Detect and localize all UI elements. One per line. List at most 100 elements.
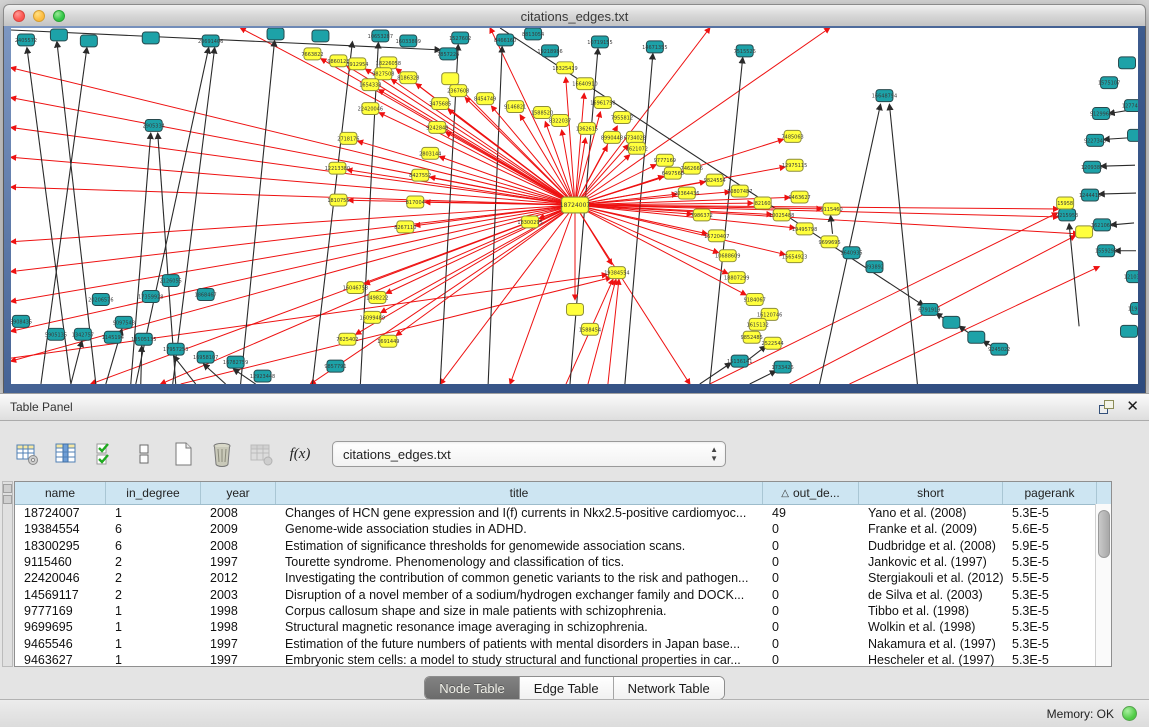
selection-mode-icon[interactable] bbox=[92, 441, 118, 467]
node-2905334[interactable]: 2905334 bbox=[143, 119, 165, 131]
selected-node-15654923[interactable]: 15654923 bbox=[782, 251, 807, 263]
tab-network-table[interactable]: Network Table bbox=[614, 677, 724, 699]
selected-node-9852485[interactable]: 9852485 bbox=[741, 331, 763, 343]
selected-node-8322037[interactable]: 8322037 bbox=[549, 115, 571, 127]
window-titlebar[interactable]: citations_edges.txt bbox=[3, 4, 1146, 28]
selected-node-1615132[interactable]: 1615132 bbox=[747, 318, 769, 330]
selected-node-8186328[interactable]: 8186328 bbox=[397, 72, 419, 84]
table-selector-dropdown[interactable]: citations_edges.txt ▲▼ bbox=[332, 441, 726, 467]
node-1527602[interactable]: 1527602 bbox=[449, 32, 471, 44]
table-options-icon[interactable] bbox=[14, 441, 40, 467]
node-1342757[interactable]: 1342757 bbox=[72, 328, 94, 340]
node[interactable] bbox=[943, 316, 960, 328]
node-1621064[interactable]: 1621064 bbox=[1091, 219, 1113, 231]
selected-node-7986372[interactable]: 7986372 bbox=[691, 209, 713, 221]
citation-network-graph[interactable]: 2405572206914061065328716033809152760284… bbox=[11, 28, 1138, 384]
node-16033809[interactable]: 16033809 bbox=[396, 35, 421, 47]
float-panel-icon[interactable] bbox=[1099, 400, 1114, 414]
column-header-year[interactable]: year bbox=[201, 482, 276, 504]
node-1559293[interactable]: 1559293 bbox=[1095, 245, 1117, 257]
selected-node[interactable] bbox=[1076, 226, 1093, 238]
node-8813054[interactable]: 8813054 bbox=[522, 28, 544, 40]
tab-edge-table[interactable]: Edge Table bbox=[520, 677, 614, 699]
node-6791919[interactable]: 6791919 bbox=[918, 303, 940, 315]
selected-node-19384554[interactable]: 19384554 bbox=[604, 267, 629, 279]
table-scrollbar[interactable] bbox=[1095, 504, 1111, 666]
selected-node-2718176[interactable]: 2718176 bbox=[337, 132, 359, 144]
selected-node-1498222[interactable]: 1498222 bbox=[366, 292, 388, 304]
node-17957253[interactable]: 17957253 bbox=[163, 343, 188, 355]
node-8466160[interactable]: 8466160 bbox=[494, 34, 516, 46]
selected-node-9184067[interactable]: 9184067 bbox=[744, 294, 766, 306]
table-row[interactable]: 2242004622012Investigating the contribut… bbox=[15, 570, 1111, 586]
column-header-name[interactable]: name bbox=[15, 482, 106, 504]
node-9129966[interactable]: 9129966 bbox=[1090, 108, 1112, 120]
selected-node-18807299[interactable]: 18807299 bbox=[724, 272, 749, 284]
node-8908435[interactable]: 8908435 bbox=[11, 315, 32, 327]
node-7515526[interactable]: 7515526 bbox=[734, 45, 756, 57]
row-height-icon[interactable] bbox=[131, 441, 157, 467]
node-2126055[interactable]: 2126055 bbox=[160, 275, 182, 287]
node-1277403[interactable]: 1277403 bbox=[1122, 100, 1138, 112]
selected-node-2367608[interactable]: 2367608 bbox=[447, 85, 469, 97]
node[interactable] bbox=[1119, 57, 1136, 69]
selected-node-9824554[interactable]: 9824554 bbox=[704, 174, 726, 186]
selected-node-1362615[interactable]: 1362615 bbox=[576, 122, 598, 134]
selected-node-15958[interactable]: 15958 bbox=[1057, 197, 1074, 209]
selected-node-1621072[interactable]: 1621072 bbox=[626, 142, 648, 154]
node-12923448[interactable]: 12923448 bbox=[250, 370, 275, 382]
node[interactable] bbox=[1121, 325, 1138, 337]
node-16782759[interactable]: 16782759 bbox=[223, 356, 248, 368]
selected-node-9777169[interactable]: 9777169 bbox=[654, 154, 676, 166]
selected-node-18724007[interactable]: 18724007 bbox=[560, 197, 591, 213]
selected-node-10688609[interactable]: 10688609 bbox=[715, 250, 740, 262]
node-1575107[interactable]: 1575107 bbox=[1098, 77, 1120, 89]
node-2405572[interactable]: 2405572 bbox=[15, 34, 37, 46]
table-row[interactable]: 1456911722003Disruption of a novel membe… bbox=[15, 586, 1111, 602]
selected-node-1810755[interactable]: 1810755 bbox=[327, 194, 349, 206]
table-row[interactable]: 977716911998Corpus callosum shape and si… bbox=[15, 603, 1111, 619]
selected-node-3912954[interactable]: 3912954 bbox=[346, 58, 368, 70]
column-header-pagerank[interactable]: pagerank bbox=[1003, 482, 1097, 504]
node[interactable] bbox=[968, 331, 985, 343]
node-1640935[interactable]: 1640935 bbox=[840, 247, 862, 259]
node-1733426[interactable]: 1733426 bbox=[772, 361, 794, 373]
node-9097548[interactable]: 9097548 bbox=[113, 316, 135, 328]
selected-node-7485063[interactable]: 7485063 bbox=[782, 130, 804, 142]
selected-node-10807487[interactable]: 10807487 bbox=[727, 185, 752, 197]
selected-node-9699695[interactable]: 9699695 bbox=[818, 236, 840, 248]
selected-node-6497568[interactable]: 6497568 bbox=[662, 167, 684, 179]
node-9227343[interactable]: 9227343 bbox=[1084, 134, 1106, 146]
node-20206576[interactable]: 20206576 bbox=[88, 294, 113, 306]
node[interactable] bbox=[80, 35, 97, 47]
delete-icon[interactable] bbox=[209, 441, 235, 467]
selected-node-6734028[interactable]: 6734028 bbox=[624, 131, 646, 143]
selected-node-16640910[interactable]: 16640910 bbox=[572, 78, 597, 90]
node-1244419[interactable]: 1244419 bbox=[1079, 189, 1101, 201]
node-17359928[interactable]: 17359928 bbox=[138, 291, 163, 303]
selected-node-7663822[interactable]: 7663822 bbox=[301, 48, 323, 60]
node[interactable] bbox=[50, 29, 67, 41]
selected-node-9463627[interactable]: 9463627 bbox=[789, 191, 811, 203]
node-16648794[interactable]: 16648794 bbox=[872, 90, 897, 102]
selected-node-20364436[interactable]: 20364436 bbox=[674, 187, 699, 199]
node-1868467[interactable]: 1868467 bbox=[195, 289, 217, 301]
function-builder-icon[interactable]: f(x) bbox=[287, 441, 313, 467]
node-10719155[interactable]: 10719155 bbox=[587, 36, 612, 48]
node-20691406[interactable]: 20691406 bbox=[198, 35, 223, 47]
selected-node-8990448[interactable]: 8990448 bbox=[601, 131, 623, 143]
node[interactable] bbox=[312, 30, 329, 42]
selected-node-9827508[interactable]: 9827508 bbox=[372, 68, 394, 80]
selected-node-8267110[interactable]: 8267110 bbox=[394, 221, 416, 233]
selected-node-18226058[interactable]: 18226058 bbox=[376, 57, 401, 69]
selected-node-1588454[interactable]: 1588454 bbox=[579, 323, 601, 335]
selected-node-7625402[interactable]: 7625402 bbox=[336, 333, 358, 345]
selected-node-7462666[interactable]: 7462666 bbox=[681, 162, 703, 174]
node-14671355[interactable]: 14671355 bbox=[642, 41, 667, 53]
selected-node-1588520[interactable]: 1588520 bbox=[531, 107, 553, 119]
selected-node-3475685[interactable]: 3475685 bbox=[429, 98, 451, 110]
scrollbar-thumb[interactable] bbox=[1098, 510, 1110, 558]
node[interactable] bbox=[142, 32, 159, 44]
node-1209387[interactable]: 1209387 bbox=[1081, 161, 1103, 173]
selected-node-817004[interactable]: 817004 bbox=[406, 196, 425, 208]
